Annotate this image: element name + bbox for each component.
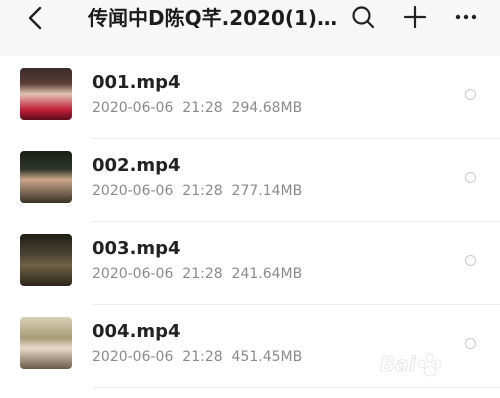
list-item[interactable]: 003.mp4 2020-06-06 21:28 241.64MB xyxy=(0,222,500,305)
search-icon[interactable] xyxy=(350,4,376,30)
file-meta: 2020-06-06 21:28 241.64MB xyxy=(92,266,302,282)
file-time: 21:28 xyxy=(182,349,223,365)
page-title: 传闻中D陈Q芊.2020(1)... xyxy=(88,6,338,30)
file-size: 241.64MB xyxy=(231,266,303,282)
divider xyxy=(92,387,500,388)
select-radio[interactable] xyxy=(465,172,476,183)
file-size: 294.68MB xyxy=(231,100,303,116)
file-time: 21:28 xyxy=(182,100,223,116)
list-item[interactable]: 002.mp4 2020-06-06 21:28 277.14MB xyxy=(0,139,500,222)
file-date: 2020-06-06 xyxy=(92,266,174,282)
chevron-left-icon[interactable] xyxy=(22,4,50,32)
file-meta: 2020-06-06 21:28 294.68MB xyxy=(92,100,302,116)
file-date: 2020-06-06 xyxy=(92,349,174,365)
svg-text:Bai: Bai xyxy=(380,352,417,376)
file-name: 003.mp4 xyxy=(92,238,181,259)
file-meta: 2020-06-06 21:28 277.14MB xyxy=(92,183,302,199)
file-meta: 2020-06-06 21:28 451.45MB xyxy=(92,349,302,365)
top-bar: 传闻中D陈Q芊.2020(1)... xyxy=(0,0,500,56)
file-list: 001.mp4 2020-06-06 21:28 294.68MB 002.mp… xyxy=(0,56,500,388)
video-thumbnail xyxy=(20,317,72,369)
file-time: 21:28 xyxy=(182,183,223,199)
file-date: 2020-06-06 xyxy=(92,183,174,199)
file-size: 277.14MB xyxy=(231,183,303,199)
video-thumbnail xyxy=(20,234,72,286)
video-thumbnail xyxy=(20,68,72,120)
select-radio[interactable] xyxy=(465,255,476,266)
video-thumbnail xyxy=(20,151,72,203)
file-name: 004.mp4 xyxy=(92,321,181,342)
more-horizontal-icon[interactable] xyxy=(452,4,480,30)
file-name: 002.mp4 xyxy=(92,155,181,176)
file-date: 2020-06-06 xyxy=(92,100,174,116)
select-radio[interactable] xyxy=(465,89,476,100)
plus-icon[interactable] xyxy=(402,4,428,30)
list-item[interactable]: 001.mp4 2020-06-06 21:28 294.68MB xyxy=(0,56,500,139)
file-time: 21:28 xyxy=(182,266,223,282)
watermark-logo: Bai xyxy=(380,352,488,377)
file-size: 451.45MB xyxy=(231,349,303,365)
file-name: 001.mp4 xyxy=(92,72,181,93)
